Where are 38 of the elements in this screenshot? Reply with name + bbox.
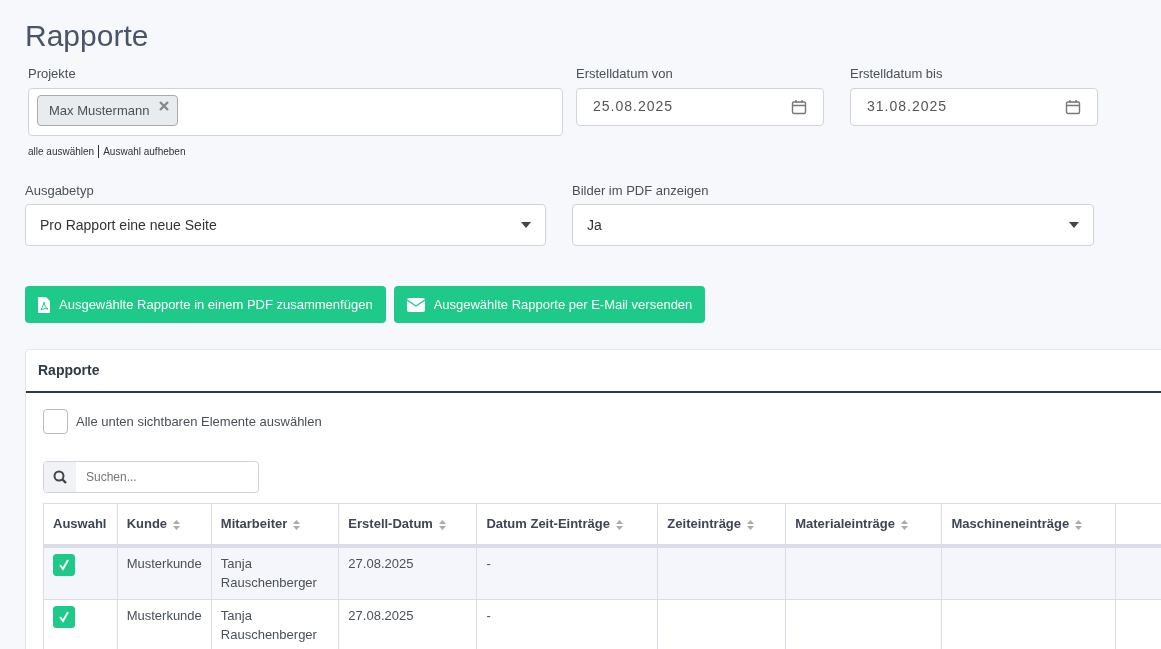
date-field[interactable]: 25.08.2025 — [576, 87, 824, 126]
dropdown[interactable]: Pro Rapport eine neue Seite — [25, 204, 546, 246]
date-value: 25.08.2025 — [593, 97, 674, 116]
check-icon — [58, 558, 70, 571]
table-cell: - — [476, 545, 658, 599]
caret-icon — [1069, 222, 1079, 228]
card-title: Rapporte — [26, 350, 1161, 393]
table-cell: Musterkunde — [117, 545, 212, 599]
field-label: Projekte — [28, 65, 77, 83]
page-title: Rapporte — [25, 18, 150, 54]
field-label: Erstelldatum bis — [850, 65, 944, 83]
table-cell: Tanja Rauschenberger — [211, 545, 339, 599]
checkbox[interactable] — [43, 409, 68, 434]
field-label: Erstelldatum von — [576, 65, 674, 83]
field-label: Ausgabetyp — [25, 181, 95, 200]
dropdown-value: Pro Rapport eine neue Seite — [40, 215, 217, 235]
check-icon — [58, 610, 70, 623]
project-select-field[interactable]: Max Mustermann — [28, 87, 563, 136]
dropdown[interactable]: Ja — [572, 204, 1094, 246]
remove-icon — [159, 100, 170, 111]
field-label: Bilder im PDF anzeigen — [572, 181, 710, 200]
search-field[interactable]: Suchen... — [43, 461, 259, 493]
envelope-icon — [406, 297, 425, 312]
tag-label: Max Mustermann — [49, 101, 150, 120]
calendar-icon — [791, 98, 807, 115]
row-checkbox[interactable] — [53, 553, 75, 576]
caret-icon — [521, 222, 531, 228]
search-icon — [53, 470, 67, 484]
date-field[interactable]: 31.08.2025 — [850, 87, 1098, 126]
date-value: 31.08.2025 — [867, 97, 948, 116]
select-link[interactable]: Auswahl aufheben — [103, 143, 186, 159]
pdf-file-icon — [38, 296, 50, 313]
checkbox-label: Alle unten sichtbaren Elemente auswählen — [76, 412, 322, 431]
dropdown-value: Ja — [587, 215, 602, 235]
calendar-icon — [1065, 98, 1081, 115]
select-link[interactable]: alle auswählen — [28, 143, 95, 159]
row-checkbox[interactable] — [53, 605, 75, 628]
table-cell: 27.08.2025 — [338, 545, 477, 599]
